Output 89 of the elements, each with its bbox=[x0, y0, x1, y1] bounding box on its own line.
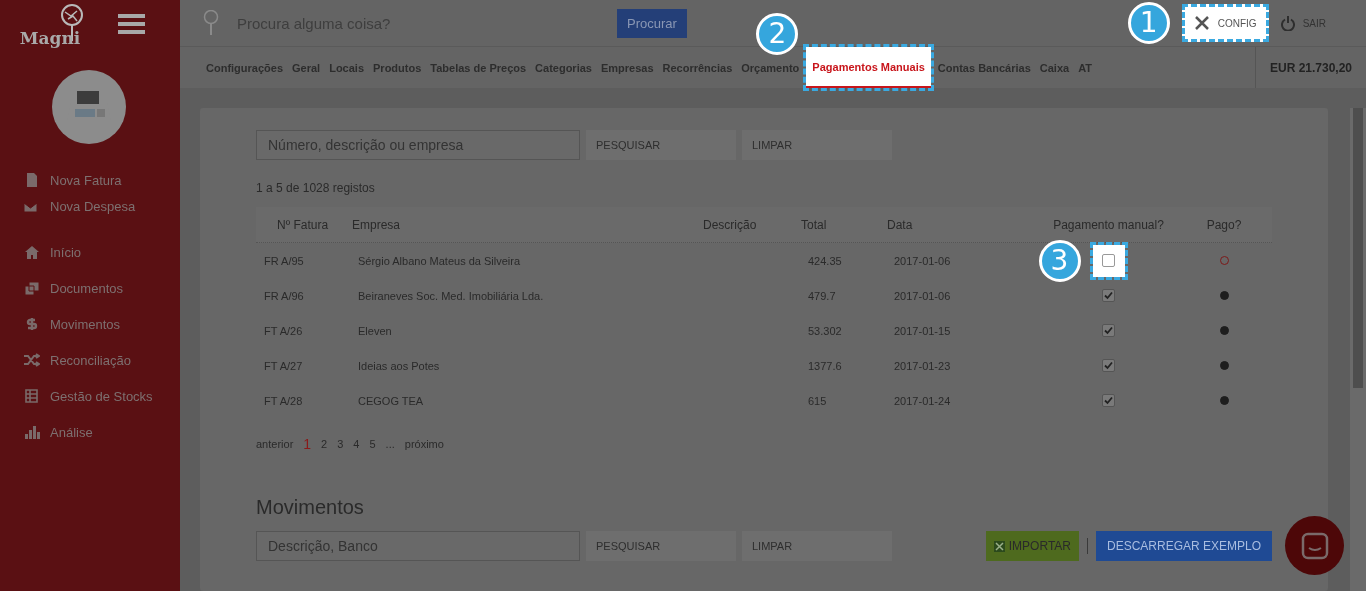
callout-badge: 3 bbox=[1038, 239, 1081, 282]
nav-tab[interactable]: Geral bbox=[292, 61, 321, 74]
nav-tab[interactable]: Empresas bbox=[600, 61, 654, 74]
page-link[interactable]: 3 bbox=[337, 438, 344, 450]
ellipsis-text: ... bbox=[385, 438, 395, 450]
page-link[interactable]: 5 bbox=[369, 438, 376, 450]
home-icon bbox=[24, 245, 40, 259]
sidebar-item[interactable]: Nova Despesa bbox=[0, 193, 180, 219]
checkbox[interactable] bbox=[1102, 324, 1115, 337]
check-icon bbox=[1104, 361, 1113, 370]
table-cell-text: 615 bbox=[807, 394, 828, 407]
dollar-icon bbox=[24, 317, 40, 331]
nav-tab[interactable]: Caixa bbox=[1039, 61, 1070, 74]
column-header: Pagamento manual? bbox=[1052, 217, 1165, 232]
table-cell-text: 2017-01-24 bbox=[893, 394, 952, 407]
table-cell-text: 2017-01-15 bbox=[893, 324, 952, 337]
nav-tab[interactable]: Contas Bancárias bbox=[937, 61, 1031, 74]
check-icon bbox=[1104, 326, 1113, 335]
checkbox[interactable] bbox=[1102, 394, 1115, 407]
download-button[interactable]: DESCARREGAR EXEMPLO bbox=[1096, 531, 1272, 561]
column-header: Nº Fatura bbox=[276, 217, 330, 232]
previous-link[interactable]: anterior bbox=[256, 438, 294, 450]
table-cell-text: FT A/28 bbox=[263, 394, 304, 407]
table-cell-text: 2017-01-06 bbox=[893, 254, 952, 267]
column-header: Empresa bbox=[351, 217, 402, 232]
table-cell-text: 424.35 bbox=[807, 254, 843, 267]
balance-text: EUR 21.730,20 bbox=[1255, 47, 1366, 88]
check-icon bbox=[1104, 396, 1113, 405]
nav-tab[interactable]: Orçamento bbox=[741, 61, 800, 74]
table-cell-text: CEGOG TEA bbox=[357, 394, 425, 407]
checkbox[interactable] bbox=[1102, 359, 1115, 372]
next-link[interactable]: próximo bbox=[404, 438, 444, 450]
sidebar-item[interactable]: Início bbox=[0, 239, 180, 265]
table-cell-text: Eleven bbox=[357, 324, 393, 337]
clear-button[interactable]: LIMPAR bbox=[742, 130, 892, 160]
table-cell-text: Sérgio Albano Mateus da Silveira bbox=[357, 254, 522, 267]
table-cell-text: FT A/27 bbox=[263, 359, 304, 372]
table-cell-text: Ideias aos Potes bbox=[357, 359, 441, 372]
file-icon bbox=[24, 173, 40, 187]
table-cell-text: FR A/96 bbox=[263, 289, 305, 302]
sidebar-item[interactable]: Reconciliação bbox=[0, 347, 180, 373]
import-button[interactable]: IMPORTAR bbox=[985, 531, 1079, 561]
clear-button[interactable]: LIMPAR bbox=[742, 531, 892, 561]
table-cell-text: FR A/95 bbox=[263, 254, 305, 267]
globe-icon bbox=[203, 10, 219, 36]
table-cell-text: FT A/26 bbox=[263, 324, 304, 337]
config-button[interactable]: CONFIG bbox=[1181, 4, 1269, 42]
shuffle-icon bbox=[24, 353, 40, 367]
search-button[interactable]: PESQUISAR bbox=[586, 531, 736, 561]
sidebar-item[interactable]: Movimentos bbox=[0, 311, 180, 337]
search-button[interactable]: PESQUISAR bbox=[586, 130, 736, 160]
check-icon bbox=[1104, 291, 1113, 300]
scrollbar[interactable] bbox=[1350, 108, 1366, 591]
page-link[interactable]: 4 bbox=[353, 438, 360, 450]
table-cell-text: 1377.6 bbox=[807, 359, 843, 372]
sidebar-item[interactable]: Documentos bbox=[0, 275, 180, 301]
column-header: Pago? bbox=[1205, 217, 1243, 232]
table-cell-text: 53.302 bbox=[807, 324, 843, 337]
record-count: 1 a 5 de 1028 registos bbox=[256, 181, 376, 195]
spreadsheet-icon bbox=[993, 540, 1005, 552]
nav-tab[interactable]: Produtos bbox=[373, 61, 422, 74]
sidebar-item[interactable]: Análise bbox=[0, 419, 180, 445]
chat-icon bbox=[1300, 531, 1329, 560]
bar-chart-icon bbox=[24, 425, 40, 439]
table-cell-text: 2017-01-06 bbox=[893, 289, 952, 302]
nav-tab[interactable]: Pagamentos Manuais bbox=[806, 47, 931, 88]
callout-badge: 1 bbox=[1127, 2, 1170, 44]
table-cell-text: 479.7 bbox=[807, 289, 837, 302]
table-cell-text: Beiraneves Soc. Med. Imobiliária Lda. bbox=[357, 289, 545, 302]
logo-text[interactable]: Magni bbox=[19, 28, 81, 48]
nav-tab[interactable]: Configurações bbox=[206, 61, 283, 74]
table-cell-text: 2017-01-23 bbox=[893, 359, 952, 372]
column-header: Total bbox=[800, 217, 828, 232]
column-header: Descrição bbox=[702, 217, 758, 232]
section-title: Movimentos bbox=[256, 496, 365, 519]
checkbox[interactable] bbox=[1102, 254, 1115, 267]
page-link[interactable]: 2 bbox=[321, 438, 328, 450]
nav-tab[interactable]: Recorrências bbox=[662, 61, 733, 74]
documents-icon bbox=[24, 281, 40, 295]
sidebar-item[interactable]: Nova Fatura bbox=[0, 167, 180, 193]
sidebar-item[interactable]: Gestão de Stocks bbox=[0, 383, 180, 409]
search-button[interactable]: Procurar bbox=[617, 8, 687, 38]
column-header: Data bbox=[886, 217, 914, 232]
power-icon bbox=[1280, 15, 1295, 31]
page-link[interactable]: 1 bbox=[303, 436, 312, 452]
scrollbar-thumb[interactable] bbox=[1353, 108, 1363, 388]
checkbox[interactable] bbox=[1102, 289, 1115, 302]
menu-icon[interactable] bbox=[118, 14, 145, 34]
ledger-icon bbox=[24, 389, 40, 403]
